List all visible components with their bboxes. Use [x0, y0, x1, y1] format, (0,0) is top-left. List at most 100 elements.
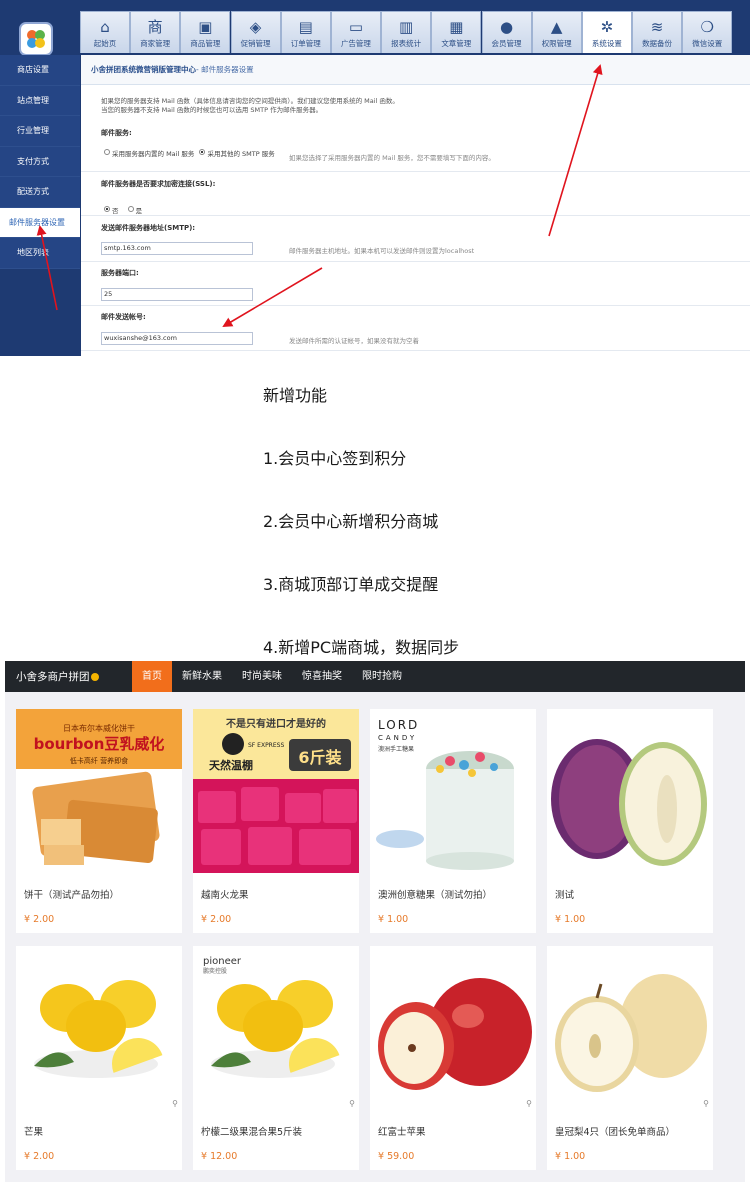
candy-brand-line1: LORD [378, 718, 419, 732]
product-name[interactable]: 澳洲创意糖果（测试勿拍） [378, 887, 492, 901]
product-name[interactable]: 饼干（测试产品勿拍） [24, 887, 119, 901]
top-tab-label: 会员管理 [491, 39, 522, 48]
mail-smtp-radio[interactable] [199, 148, 206, 155]
mail-option1-label: 采用服务器内置的 Mail 服务 [112, 150, 195, 158]
top-tab[interactable]: ✲ 系统设置 [581, 11, 632, 53]
nav-item[interactable]: 新鲜水果 [172, 661, 232, 692]
admin-top-tabs: ⌂ 起始页 商商家管理 ▣ 商品管理 ◈ 促销管理 ▤ 订单管理 ▭ 广告管理 ▥ 报表统计 ▦ 文章管理 ●… [80, 11, 750, 53]
clover-logo-icon [27, 30, 45, 48]
product-card[interactable]: ⚲ 皇冠梨4只（团长免单商品） ¥ 1.00 [547, 946, 713, 1170]
smtp-host-input[interactable]: smtp.163.com [101, 242, 253, 255]
top-tab-label: 系统设置 [591, 39, 622, 48]
nav-item[interactable]: 惊喜抽奖 [292, 661, 352, 692]
breadcrumb-root[interactable]: 小舍拼团系统微营销版管理中心 [91, 65, 196, 74]
breadcrumb: 小舍拼团系统微营销版管理中心- 邮件服务器设置 [81, 55, 750, 85]
shop-navbar: 小舍多商户拼团 首页 新鲜水果 时尚美味 惊喜抽奖 限时抢购 [5, 661, 745, 692]
billboard-icon: ▭ [348, 18, 364, 36]
product-card[interactable]: ⚲ 芒果 ¥ 2.00 [16, 946, 182, 1170]
product-name[interactable]: 红富士苹果 [378, 1124, 426, 1138]
top-tab[interactable]: ▥ 报表统计 [381, 11, 432, 53]
top-tab[interactable]: ◈ 促销管理 [230, 11, 281, 53]
nav-item[interactable]: 首页 [132, 661, 172, 692]
shop-brand-label: 小舍多商户拼团 [16, 671, 90, 683]
nav-item[interactable]: 限时抢购 [352, 661, 412, 692]
port-label: 服务器端口: [101, 269, 139, 277]
verified-badge-icon [90, 673, 99, 681]
product-card[interactable]: pioneer 鹏奕控股 ⚲ 柠檬二级果混合果5斤装 ¥ 12.00 [193, 946, 359, 1170]
zoom-icon[interactable]: ⚲ [172, 1099, 178, 1108]
app-logo[interactable] [19, 22, 53, 56]
shop-icon: 商 [147, 18, 163, 36]
product-card[interactable]: 不是只有进口才是好的 SF EXPRESS 天然温棚 6斤装 越南火龙果 ¥ 2.… [193, 709, 359, 933]
admin-content: 小舍拼团系统微营销版管理中心- 邮件服务器设置 如果您的服务器支持 Mail 函… [81, 55, 750, 356]
feature-heading: 新增功能 [263, 386, 328, 405]
product-price: ¥ 59.00 [378, 1151, 415, 1162]
port-row: 服务器端口: 25 [101, 268, 750, 301]
mail-builtin-radio[interactable] [104, 148, 110, 155]
shop-screenshot: 小舍多商户拼团 首页 新鲜水果 时尚美味 惊喜抽奖 限时抢购 日本布尔本威化饼干 bou… [5, 661, 745, 1182]
shop-brand[interactable]: 小舍多商户拼团 [16, 669, 132, 684]
port-input[interactable]: 25 [101, 288, 253, 301]
sidebar-item[interactable]: 地区列表 [0, 238, 80, 269]
ssl-yes-label: 是 [135, 207, 143, 215]
product-price: ¥ 1.00 [555, 1151, 586, 1162]
product-card[interactable]: ⚲ 红富士苹果 ¥ 59.00 [370, 946, 536, 1170]
product-name[interactable]: 柠檬二级果混合果5斤装 [201, 1124, 302, 1138]
top-tab-label: 起始页 [93, 39, 117, 48]
top-tab[interactable]: ▲ 权限管理 [531, 11, 582, 53]
zoom-icon[interactable]: ⚲ [526, 1099, 532, 1108]
product-card[interactable]: 日本布尔本威化饼干 bourbon豆乳威化 低卡高纤 营养即食 饼干（测试产品勿… [16, 709, 182, 933]
product-image[interactable]: 日本布尔本威化饼干 bourbon豆乳威化 低卡高纤 营养即食 [16, 709, 182, 873]
product-image[interactable]: 不是只有进口才是好的 SF EXPRESS 天然温棚 6斤装 [193, 709, 359, 873]
product-image[interactable]: pioneer 鹏奕控股 [193, 946, 359, 1110]
mail-option2-label: 采用其他的 SMTP 服务 [207, 150, 275, 158]
product-name[interactable]: 皇冠梨4只（团长免单商品） [555, 1124, 675, 1138]
product-image[interactable]: LORD CANDY 澳洲手工糖果 [370, 709, 536, 873]
zoom-icon[interactable]: ⚲ [349, 1099, 355, 1108]
account-input[interactable]: wuxisanshe@163.com [101, 332, 253, 345]
product-image[interactable] [547, 946, 713, 1110]
top-tab[interactable]: ▣ 商品管理 [180, 11, 231, 53]
top-tab[interactable]: ⌂ 起始页 [80, 11, 130, 53]
divider [81, 261, 750, 262]
top-tab[interactable]: ● 会员管理 [481, 11, 532, 53]
product-name[interactable]: 测试 [555, 887, 574, 901]
product-image[interactable] [16, 946, 182, 1110]
smtp-hint: 邮件服务器主机地址。如果本机可以发送邮件则设置为localhost [289, 247, 475, 255]
zoom-icon[interactable]: ⚲ [703, 1099, 709, 1108]
sidebar-item[interactable]: 配送方式 [0, 177, 80, 208]
wechat-icon: ❍ [700, 18, 714, 36]
mail-note-line2: 当您的服务器不支持 Mail 函数的时候您也可以选用 SMTP 作为邮件服务器。 [101, 106, 323, 114]
lock-icon: ▲ [550, 18, 563, 36]
sidebar-item[interactable]: 站点管理 [0, 85, 80, 116]
gear-icon: ✲ [600, 18, 614, 36]
package-caption: 日本布尔本威化饼干 [63, 723, 135, 733]
account-label: 邮件发送帐号: [101, 313, 146, 321]
divider [81, 350, 750, 351]
top-tab[interactable]: ▭ 广告管理 [330, 11, 381, 53]
product-card[interactable]: LORD CANDY 澳洲手工糖果 澳洲创意糖果（测试勿拍） ¥ 1.00 [370, 709, 536, 933]
product-image[interactable] [547, 709, 713, 873]
mail-service-options: 采用服务器内置的 Mail 服务 采用其他的 SMTP 服务 [104, 146, 282, 159]
product-name[interactable]: 芒果 [24, 1124, 43, 1138]
sidebar-item[interactable]: 行业管理 [0, 116, 80, 147]
top-tab[interactable]: ▦ 文章管理 [431, 11, 482, 53]
nav-item[interactable]: 时尚美味 [232, 661, 292, 692]
sidebar-item[interactable]: 邮件服务器设置 [0, 207, 80, 238]
product-name[interactable]: 越南火龙果 [201, 887, 249, 901]
product-price: ¥ 1.00 [378, 914, 409, 925]
sidebar-item[interactable]: 支付方式 [0, 146, 80, 177]
top-tab[interactable]: ≋ 数据备份 [632, 11, 683, 53]
ssl-no-radio[interactable] [104, 205, 110, 212]
smtp-label: 发送邮件服务器地址(SMTP): [101, 224, 196, 232]
top-tab[interactable]: ❍ 微信设置 [682, 11, 733, 53]
clipboard-icon: ▤ [298, 18, 313, 36]
ssl-yes-radio[interactable] [127, 205, 134, 212]
product-card[interactable]: 测试 ¥ 1.00 [547, 709, 713, 933]
top-tab[interactable]: 商商家管理 [130, 11, 181, 53]
sidebar-item[interactable]: 商店设置 [0, 55, 80, 86]
top-tab[interactable]: ▤ 订单管理 [280, 11, 331, 53]
bar-chart-icon: ▥ [399, 18, 414, 36]
product-image[interactable] [370, 946, 536, 1110]
divider [81, 305, 750, 306]
